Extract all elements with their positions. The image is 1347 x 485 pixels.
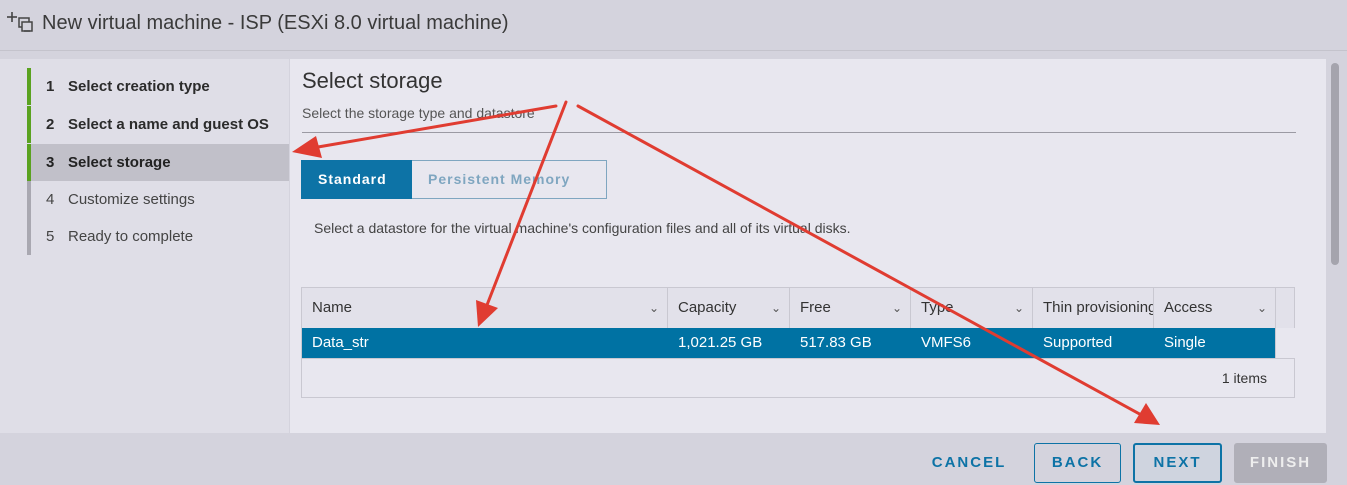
column-header-capacity[interactable]: Capacity ⌄ <box>668 288 790 328</box>
finish-button[interactable]: FINISH <box>1234 443 1327 483</box>
step-number: 2 <box>46 116 55 133</box>
datastore-description: Select a datastore for the virtual machi… <box>314 220 851 236</box>
cancel-button[interactable]: CANCEL <box>917 443 1021 483</box>
back-button[interactable]: BACK <box>1034 443 1121 483</box>
column-label: Type <box>921 299 954 316</box>
step-label: Select a name and guest OS <box>68 116 269 133</box>
table-scrollbar[interactable] <box>1275 328 1295 358</box>
step-2-select-name-guest-os[interactable]: 2 Select a name and guest OS <box>27 106 289 143</box>
column-label: Thin provisioning <box>1043 299 1154 316</box>
chevron-down-icon[interactable]: ⌄ <box>1257 288 1267 328</box>
chevron-down-icon[interactable]: ⌄ <box>649 288 659 328</box>
column-header-access[interactable]: Access ⌄ <box>1154 288 1276 328</box>
window-title: New virtual machine - ISP (ESXi 8.0 virt… <box>42 12 509 34</box>
step-5-ready-to-complete[interactable]: 5 Ready to complete <box>27 218 289 255</box>
chevron-down-icon[interactable]: ⌄ <box>1014 288 1024 328</box>
column-header-type[interactable]: Type ⌄ <box>911 288 1033 328</box>
step-number: 3 <box>46 154 55 171</box>
cell-thin-provisioning: Supported <box>1043 334 1113 351</box>
datastore-table: Name ⌄ Capacity ⌄ Free ⌄ Type ⌄ Thin pro… <box>301 287 1295 398</box>
page-subtitle: Select the storage type and datastore <box>302 105 535 121</box>
tab-standard[interactable]: Standard <box>301 160 412 199</box>
next-button[interactable]: NEXT <box>1133 443 1222 483</box>
step-label: Customize settings <box>68 191 195 208</box>
column-label: Free <box>800 299 831 316</box>
step-label: Ready to complete <box>68 228 194 245</box>
column-label: Access <box>1164 299 1213 316</box>
step-number: 5 <box>46 228 55 245</box>
step-4-customize-settings[interactable]: 4 Customize settings <box>27 181 289 218</box>
window-titlebar: New virtual machine - ISP (ESXi 8.0 virt… <box>0 0 1347 51</box>
step-3-select-storage[interactable]: 3 Select storage <box>27 144 289 181</box>
step-label: Select storage <box>68 154 171 171</box>
header-divider <box>302 132 1296 133</box>
cell-free: 517.83 GB <box>800 334 872 351</box>
cell-access: Single <box>1164 334 1206 351</box>
page-title: Select storage <box>302 68 443 93</box>
step-label: Select creation type <box>68 78 210 95</box>
step-number: 4 <box>46 191 55 208</box>
table-footer-count: 1 items <box>302 358 1294 397</box>
chevron-down-icon[interactable]: ⌄ <box>771 288 781 328</box>
column-header-free[interactable]: Free ⌄ <box>790 288 911 328</box>
tab-persistent-memory[interactable]: Persistent Memory <box>412 160 607 199</box>
table-row[interactable]: Data_str 1,021.25 GB 517.83 GB VMFS6 Sup… <box>302 328 1275 358</box>
cell-name: Data_str <box>312 334 369 351</box>
column-header-name[interactable]: Name ⌄ <box>302 288 668 328</box>
cell-type: VMFS6 <box>921 334 972 351</box>
column-header-thin-provisioning[interactable]: Thin provisioning <box>1033 288 1154 328</box>
step-1-select-creation-type[interactable]: 1 Select creation type <box>27 68 289 105</box>
new-vm-icon <box>6 10 34 36</box>
table-header: Name ⌄ Capacity ⌄ Free ⌄ Type ⌄ Thin pro… <box>302 288 1294 329</box>
storage-type-tabs: Standard Persistent Memory <box>301 160 607 199</box>
cell-capacity: 1,021.25 GB <box>678 334 763 351</box>
panel-scrollbar-thumb[interactable] <box>1331 63 1339 265</box>
column-label: Capacity <box>678 299 737 316</box>
chevron-down-icon[interactable]: ⌄ <box>892 288 902 328</box>
step-number: 1 <box>46 78 55 95</box>
column-label: Name <box>312 299 353 316</box>
